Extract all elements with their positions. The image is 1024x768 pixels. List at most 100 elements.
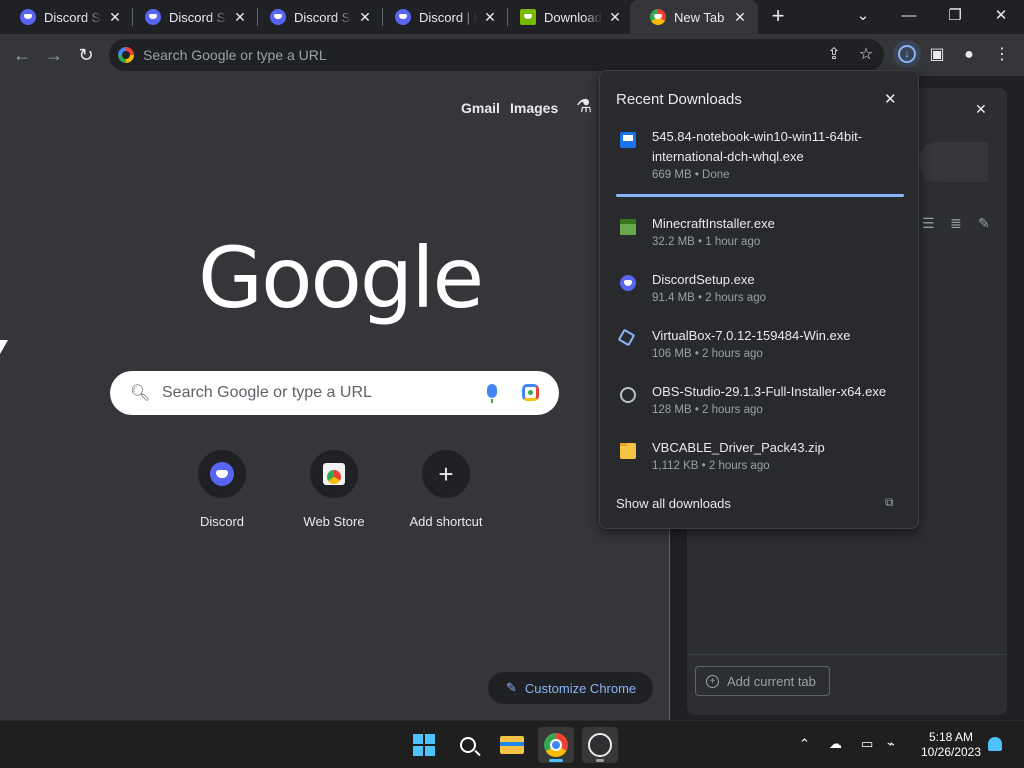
download-meta: 1,112 KB • 2 hours ago	[652, 460, 770, 472]
download-meta: 128 MB • 2 hours ago	[652, 404, 763, 416]
download-item[interactable]: VirtualBox-7.0.12-159484-Win.exe 106 MB …	[600, 326, 918, 374]
open-external-icon[interactable]: ⧉	[885, 495, 894, 510]
profile-icon[interactable]: ●	[957, 43, 981, 67]
tab-title: New Tab	[674, 9, 725, 25]
google-icon	[118, 47, 134, 63]
taskbar-chrome[interactable]	[538, 727, 574, 763]
onedrive-icon[interactable]: ☁	[829, 736, 842, 752]
tab-title: Discord | F	[419, 9, 477, 25]
filter-icon[interactable]: ☰	[922, 215, 935, 232]
close-window-button[interactable]: ✕	[978, 4, 1024, 28]
downloads-title: Recent Downloads	[616, 91, 742, 108]
shortcut-add[interactable]: + Add shortcut	[396, 450, 496, 529]
download-item[interactable]: MinecraftInstaller.exe 32.2 MB • 1 hour …	[600, 214, 918, 262]
pencil-icon: ✎	[506, 680, 517, 695]
tab-title: Discord Staff	[169, 9, 227, 25]
ntp-search-box[interactable]: 🔍︎	[110, 371, 559, 415]
customize-chrome-button[interactable]: ✎ Customize Chrome	[488, 672, 653, 704]
close-icon[interactable]: ✕	[607, 9, 623, 25]
menu-kebab-icon[interactable]: ⋮	[990, 43, 1014, 67]
nvidia-icon	[520, 9, 536, 25]
reload-icon[interactable]: ↻	[74, 43, 98, 67]
tab-new-tab[interactable]: New Tab ✕	[630, 0, 758, 34]
notification-bell-icon[interactable]	[988, 737, 1002, 751]
ntp-search-input[interactable]	[162, 384, 462, 402]
tab-discord-4[interactable]: Discord | F ✕	[375, 0, 508, 34]
web-store-icon	[323, 463, 345, 485]
new-tab-button[interactable]: +	[766, 5, 790, 29]
tab-discord-2[interactable]: Discord Staff ✕	[125, 0, 258, 34]
close-icon[interactable]: ✕	[975, 101, 987, 118]
nvidia-file-icon	[620, 132, 636, 148]
close-icon[interactable]: ✕	[232, 9, 248, 25]
download-item[interactable]: OBS-Studio-29.1.3-Full-Installer-x64.exe…	[600, 382, 918, 430]
downloads-button[interactable]: ↓	[893, 40, 921, 68]
download-filename: DiscordSetup.exe	[652, 272, 755, 287]
share-icon[interactable]: ⇪	[822, 43, 846, 67]
back-icon[interactable]: ←	[10, 43, 34, 67]
shortcut-tile	[310, 450, 358, 498]
list-view-icon[interactable]: ≣	[950, 215, 962, 232]
tab-search-chevron-icon[interactable]: ⌄	[840, 4, 886, 28]
shortcut-web-store[interactable]: Web Store	[284, 450, 384, 529]
tab-discord-3[interactable]: Discord Staff ✕	[250, 0, 383, 34]
tab-title: Download	[544, 9, 602, 25]
side-panel-icon[interactable]: ▣	[925, 43, 949, 67]
microphone-icon[interactable]	[487, 384, 497, 403]
add-current-tab-button[interactable]: + Add current tab	[695, 666, 830, 696]
close-icon[interactable]: ✕	[884, 90, 897, 108]
chrome-icon	[650, 9, 666, 25]
taskbar-search-button[interactable]	[450, 727, 486, 763]
search-icon	[460, 737, 476, 753]
google-lens-icon[interactable]	[522, 384, 539, 401]
labs-flask-icon[interactable]: ⚗	[576, 96, 592, 117]
google-logo: Google	[198, 229, 484, 327]
minimize-button[interactable]: —	[886, 4, 932, 28]
close-icon[interactable]: ✕	[357, 9, 373, 25]
discord-icon	[395, 9, 411, 25]
address-bar[interactable]	[109, 39, 884, 71]
customize-label: Customize Chrome	[524, 680, 637, 696]
download-item[interactable]: 545.84-notebook-win10-win11-64bit-intern…	[600, 127, 918, 191]
network-icon[interactable]: ⌁	[887, 736, 895, 752]
new-tab-page: Gmail Images ⚗ Google 🔍︎ Discord Web Sto…	[0, 76, 670, 720]
bookmark-star-icon[interactable]: ☆	[854, 43, 878, 67]
clock[interactable]: 5:18 AM 10/26/2023	[915, 730, 987, 760]
edit-pencil-icon[interactable]: ✎	[978, 215, 990, 232]
download-filename: OBS-Studio-29.1.3-Full-Installer-x64.exe	[652, 384, 887, 399]
chevron-up-icon[interactable]: ⌃	[799, 736, 810, 752]
close-icon[interactable]: ✕	[107, 9, 123, 25]
shortcut-tile: +	[422, 450, 470, 498]
address-input[interactable]	[143, 47, 783, 63]
shortcut-tile	[198, 450, 246, 498]
running-indicator	[549, 759, 563, 762]
restore-button[interactable]: ❐	[932, 4, 978, 28]
tab-discord-1[interactable]: Discord Staff ✕	[0, 0, 133, 34]
close-icon[interactable]: ✕	[482, 9, 498, 25]
tab-nvidia-download[interactable]: Download ✕	[500, 0, 633, 34]
images-link[interactable]: Images	[510, 100, 558, 116]
side-panel-search-pill[interactable]	[918, 142, 988, 182]
windows-logo-icon	[413, 734, 435, 756]
show-all-downloads-link[interactable]: Show all downloads	[616, 496, 731, 511]
obs-icon	[620, 387, 636, 403]
folder-icon	[500, 736, 524, 754]
taskbar-file-explorer[interactable]	[494, 727, 530, 763]
start-button[interactable]	[406, 727, 442, 763]
shortcut-label: Add shortcut	[409, 514, 483, 529]
shortcut-discord[interactable]: Discord	[172, 450, 272, 529]
add-circle-icon: +	[706, 674, 719, 688]
display-icon[interactable]: ▭	[861, 736, 873, 752]
taskbar-obs[interactable]	[582, 727, 618, 763]
download-filename: MinecraftInstaller.exe	[652, 216, 775, 231]
forward-icon[interactable]: →	[42, 43, 66, 67]
download-item[interactable]: VBCABLE_Driver_Pack43.zip 1,112 KB • 2 h…	[600, 438, 918, 486]
download-filename: VBCABLE_Driver_Pack43.zip	[652, 440, 825, 455]
download-item[interactable]: DiscordSetup.exe 91.4 MB • 2 hours ago	[600, 270, 918, 318]
close-icon[interactable]: ✕	[732, 9, 748, 25]
shortcut-label: Discord	[199, 514, 245, 529]
tab-title: Discord Staff	[44, 9, 102, 25]
tab-title: Discord Staff	[294, 9, 352, 25]
gmail-link[interactable]: Gmail	[461, 100, 500, 116]
download-meta: 106 MB • 2 hours ago	[652, 348, 763, 360]
